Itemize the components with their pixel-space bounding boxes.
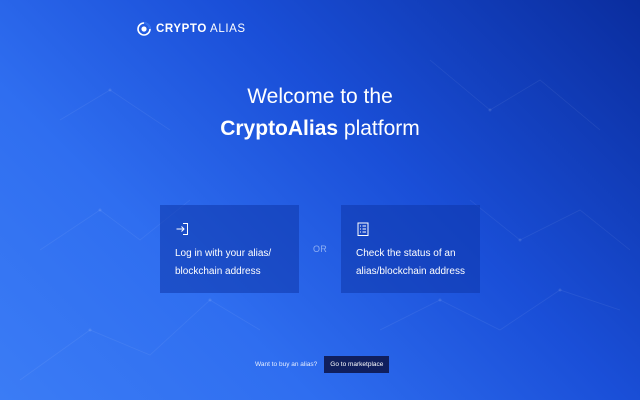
platform-line: CryptoAlias platform bbox=[0, 116, 640, 142]
logo-brand-rest: ALIAS bbox=[206, 23, 246, 35]
welcome-heading: Welcome to the CryptoAlias platform bbox=[0, 84, 640, 142]
check-status-card-label: Check the status of an alias/blockchain … bbox=[356, 248, 465, 277]
platform-suffix: platform bbox=[338, 117, 420, 140]
login-arrow-icon bbox=[176, 223, 188, 235]
background-network-pattern bbox=[19, 59, 631, 381]
platform-brand: CryptoAlias bbox=[220, 117, 339, 140]
check-status-card[interactable]: Check the status of an alias/blockchain … bbox=[341, 205, 480, 293]
buy-alias-question: Want to buy an alias? bbox=[255, 361, 318, 368]
login-card[interactable]: Log in with your alias/ blockchain addre… bbox=[160, 205, 299, 293]
logo-brand-bold: CRYPTO bbox=[156, 23, 207, 35]
welcome-line: Welcome to the bbox=[247, 85, 393, 108]
crypto-alias-logo-icon bbox=[137, 22, 151, 36]
logo[interactable]: CRYPTO ALIAS bbox=[137, 22, 246, 36]
or-separator: OR bbox=[312, 244, 328, 254]
checklist-icon bbox=[357, 222, 369, 236]
go-to-marketplace-button[interactable]: Go to marketplace bbox=[324, 356, 390, 373]
logo-text: CRYPTO ALIAS bbox=[156, 23, 246, 35]
login-card-label: Log in with your alias/ blockchain addre… bbox=[175, 248, 272, 277]
marketplace-bar: Want to buy an alias? Go to marketplace bbox=[255, 356, 390, 373]
